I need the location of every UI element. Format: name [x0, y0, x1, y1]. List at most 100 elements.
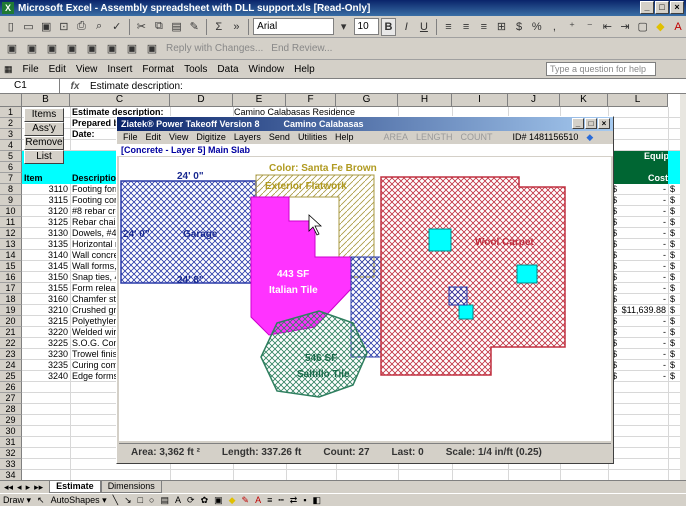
row-header-9[interactable]: 9: [0, 195, 22, 206]
select-icon[interactable]: ↖: [37, 495, 45, 506]
column-header-k[interactable]: K: [560, 94, 608, 107]
help-search-input[interactable]: Type a question for help: [546, 62, 656, 76]
tab-nav-prev-icon[interactable]: ◂: [17, 482, 22, 493]
row-header-21[interactable]: 21: [0, 327, 22, 338]
mode-length[interactable]: LENGTH: [416, 131, 453, 144]
row-header-30[interactable]: 30: [0, 426, 22, 437]
3d-icon[interactable]: ◧: [313, 495, 322, 506]
row-header-32[interactable]: 32: [0, 448, 22, 459]
percent-button[interactable]: %: [529, 18, 545, 36]
save-icon[interactable]: ▣: [38, 18, 54, 36]
column-header-b[interactable]: B: [22, 94, 70, 107]
review-icon-8[interactable]: ▣: [143, 40, 161, 58]
bold-button[interactable]: B: [380, 17, 397, 36]
select-all-corner[interactable]: [0, 94, 22, 107]
open-icon[interactable]: ▭: [21, 18, 37, 36]
row-header-10[interactable]: 10: [0, 206, 22, 217]
print-icon[interactable]: ⎙: [74, 18, 90, 36]
row-header-22[interactable]: 22: [0, 338, 22, 349]
row-header-18[interactable]: 18: [0, 294, 22, 305]
takeoff-canvas[interactable]: Color: Santa Fe Brown Exterior Flatwork …: [119, 157, 611, 441]
decrease-decimal-icon[interactable]: ⁻: [582, 18, 598, 36]
arrow-icon[interactable]: ↘: [124, 495, 132, 506]
column-header-f[interactable]: F: [286, 94, 336, 107]
autoshapes-menu[interactable]: AutoShapes ▾: [51, 495, 107, 506]
font-size-select[interactable]: 10: [353, 18, 379, 35]
row-header-7[interactable]: 7: [0, 173, 22, 184]
clipart-icon[interactable]: ✿: [201, 495, 209, 506]
oval-icon[interactable]: ○: [149, 495, 154, 505]
menu-data[interactable]: Data: [217, 64, 238, 75]
toolbar-options-icon[interactable]: »: [229, 18, 245, 36]
dash-style-icon[interactable]: ┅: [278, 495, 283, 506]
review-icon-3[interactable]: ▣: [43, 40, 61, 58]
formula-input[interactable]: Estimate description:: [90, 81, 183, 92]
align-right-icon[interactable]: ≡: [476, 18, 492, 36]
row-header-16[interactable]: 16: [0, 272, 22, 283]
paste-icon[interactable]: ▤: [169, 18, 185, 36]
row-header-23[interactable]: 23: [0, 349, 22, 360]
picture-icon[interactable]: ▣: [214, 495, 223, 506]
close-button[interactable]: ×: [670, 1, 684, 14]
line-style-icon[interactable]: ≡: [267, 495, 272, 505]
diamond-icon[interactable]: ◆: [586, 131, 593, 144]
takeoff-menu-layers[interactable]: Layers: [234, 131, 261, 144]
end-review-button[interactable]: End Review...: [268, 43, 335, 54]
maximize-button[interactable]: □: [655, 1, 669, 14]
minimize-button[interactable]: _: [640, 1, 654, 14]
takeoff-menu-view[interactable]: View: [169, 131, 188, 144]
mode-area[interactable]: AREA: [383, 131, 408, 144]
decrease-indent-icon[interactable]: ⇤: [600, 18, 616, 36]
takeoff-menu-edit[interactable]: Edit: [146, 131, 162, 144]
remove-button[interactable]: Remove: [24, 136, 64, 150]
increase-indent-icon[interactable]: ⇥: [617, 18, 633, 36]
row-header-15[interactable]: 15: [0, 261, 22, 272]
borders-icon[interactable]: ▢: [635, 18, 651, 36]
row-header-4[interactable]: 4: [0, 140, 22, 151]
row-header-14[interactable]: 14: [0, 250, 22, 261]
review-icon-4[interactable]: ▣: [63, 40, 81, 58]
tab-dimensions[interactable]: Dimensions: [100, 481, 162, 493]
underline-button[interactable]: U: [416, 18, 432, 36]
rectangle-icon[interactable]: □: [138, 495, 143, 505]
row-header-1[interactable]: 1: [0, 107, 22, 118]
takeoff-maximize-button[interactable]: □: [585, 118, 597, 129]
row-header-5[interactable]: 5: [0, 151, 22, 162]
font-name-select[interactable]: Arial: [253, 18, 334, 35]
format-painter-icon[interactable]: ✎: [186, 18, 202, 36]
list-button[interactable]: List: [24, 150, 64, 164]
column-header-e[interactable]: E: [233, 94, 286, 107]
takeoff-close-button[interactable]: ×: [598, 118, 610, 129]
row-header-26[interactable]: 26: [0, 382, 22, 393]
draw-menu[interactable]: Draw ▾: [3, 495, 31, 506]
row-header-20[interactable]: 20: [0, 316, 22, 327]
column-header-j[interactable]: J: [508, 94, 560, 107]
comma-icon[interactable]: ,: [547, 18, 563, 36]
italian-tile-region[interactable]: [250, 196, 352, 336]
row-header-24[interactable]: 24: [0, 360, 22, 371]
menu-window[interactable]: Window: [249, 64, 285, 75]
column-header-g[interactable]: G: [336, 94, 398, 107]
menu-view[interactable]: View: [76, 64, 98, 75]
menu-file[interactable]: File: [23, 64, 39, 75]
row-header-8[interactable]: 8: [0, 184, 22, 195]
review-icon-1[interactable]: ▣: [3, 40, 21, 58]
row-header-25[interactable]: 25: [0, 371, 22, 382]
menu-help[interactable]: Help: [294, 64, 315, 75]
row-header-3[interactable]: 3: [0, 129, 22, 140]
review-icon-2[interactable]: ▣: [23, 40, 41, 58]
column-header-c[interactable]: C: [70, 94, 170, 107]
line-color-icon[interactable]: ✎: [242, 495, 250, 506]
align-left-icon[interactable]: ≡: [441, 18, 457, 36]
review-icon-5[interactable]: ▣: [83, 40, 101, 58]
autosum-icon[interactable]: Σ: [211, 18, 227, 36]
row-header-27[interactable]: 27: [0, 393, 22, 404]
currency-button[interactable]: $: [511, 18, 527, 36]
wordart-icon[interactable]: A: [175, 495, 181, 505]
row-header-6[interactable]: 6: [0, 162, 22, 173]
line-icon[interactable]: ╲: [113, 495, 118, 506]
new-icon[interactable]: ▯: [3, 18, 19, 36]
takeoff-minimize-button[interactable]: _: [572, 118, 584, 129]
row-header-12[interactable]: 12: [0, 228, 22, 239]
mode-count[interactable]: COUNT: [461, 131, 493, 144]
